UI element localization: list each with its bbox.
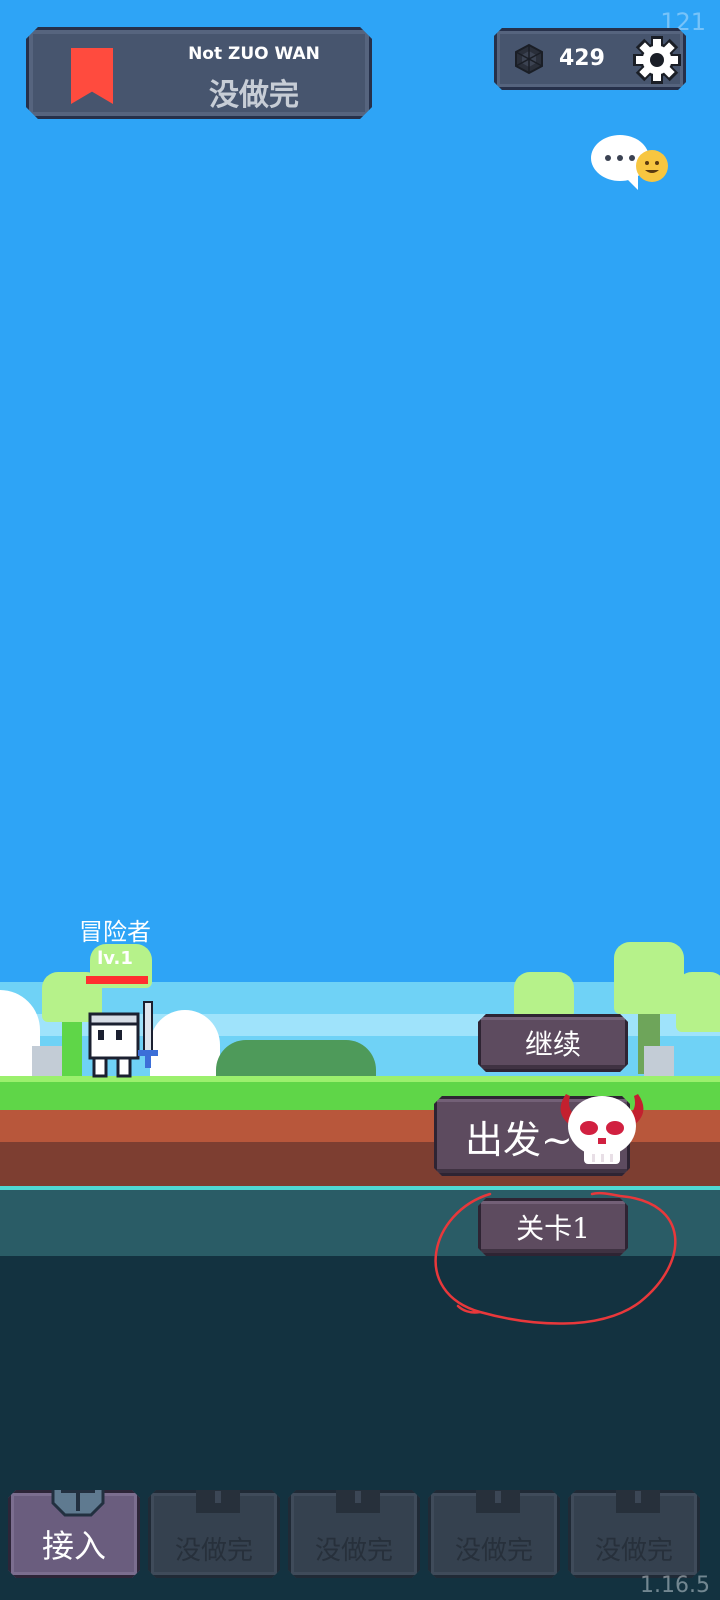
- currency-value: 429: [559, 46, 605, 71]
- tree: [514, 972, 574, 1018]
- tree: [676, 972, 720, 1032]
- settings-gear-icon[interactable]: [631, 34, 683, 86]
- annotation-circle: [434, 1191, 677, 1325]
- gravestone: [32, 1046, 62, 1076]
- bush: [216, 1040, 376, 1076]
- banner-title: Not ZUO WAN: [188, 44, 320, 64]
- hero-level: lv.1: [97, 948, 133, 969]
- currency-panel: 429: [494, 28, 686, 90]
- knight-hero-sprite[interactable]: [84, 1000, 164, 1080]
- continue-button[interactable]: 继续: [478, 1014, 628, 1072]
- version-label: 1.16.5: [640, 1573, 710, 1598]
- tab-locked-label: 没做完: [454, 1536, 533, 1566]
- tab-locked-1[interactable]: 没做完: [148, 1490, 280, 1578]
- tab-locked-3[interactable]: 没做完: [428, 1490, 560, 1578]
- chat-bubble-icon[interactable]: [590, 132, 674, 192]
- tab-access-label: 接入: [41, 1527, 106, 1565]
- gravestone: [644, 1046, 674, 1076]
- tab-access[interactable]: 接入: [8, 1490, 140, 1578]
- continue-label: 继续: [524, 1028, 581, 1061]
- tab-locked-label: 没做完: [314, 1536, 393, 1566]
- banner-subtitle: 没做完: [209, 78, 299, 113]
- tab-locked-label: 没做完: [174, 1536, 253, 1566]
- bookmark-icon: [71, 48, 113, 104]
- hero-hp-bar: [86, 976, 148, 984]
- tab-locked-4[interactable]: 没做完: [568, 1490, 700, 1578]
- title-banner: Not ZUO WAN 没做完: [26, 27, 372, 119]
- gem-icon: [513, 43, 545, 75]
- tab-locked-label: 没做完: [594, 1536, 673, 1566]
- devil-skull-icon: [560, 1094, 644, 1164]
- hero-name: 冒险者: [79, 918, 151, 946]
- tab-locked-2[interactable]: 没做完: [288, 1490, 420, 1578]
